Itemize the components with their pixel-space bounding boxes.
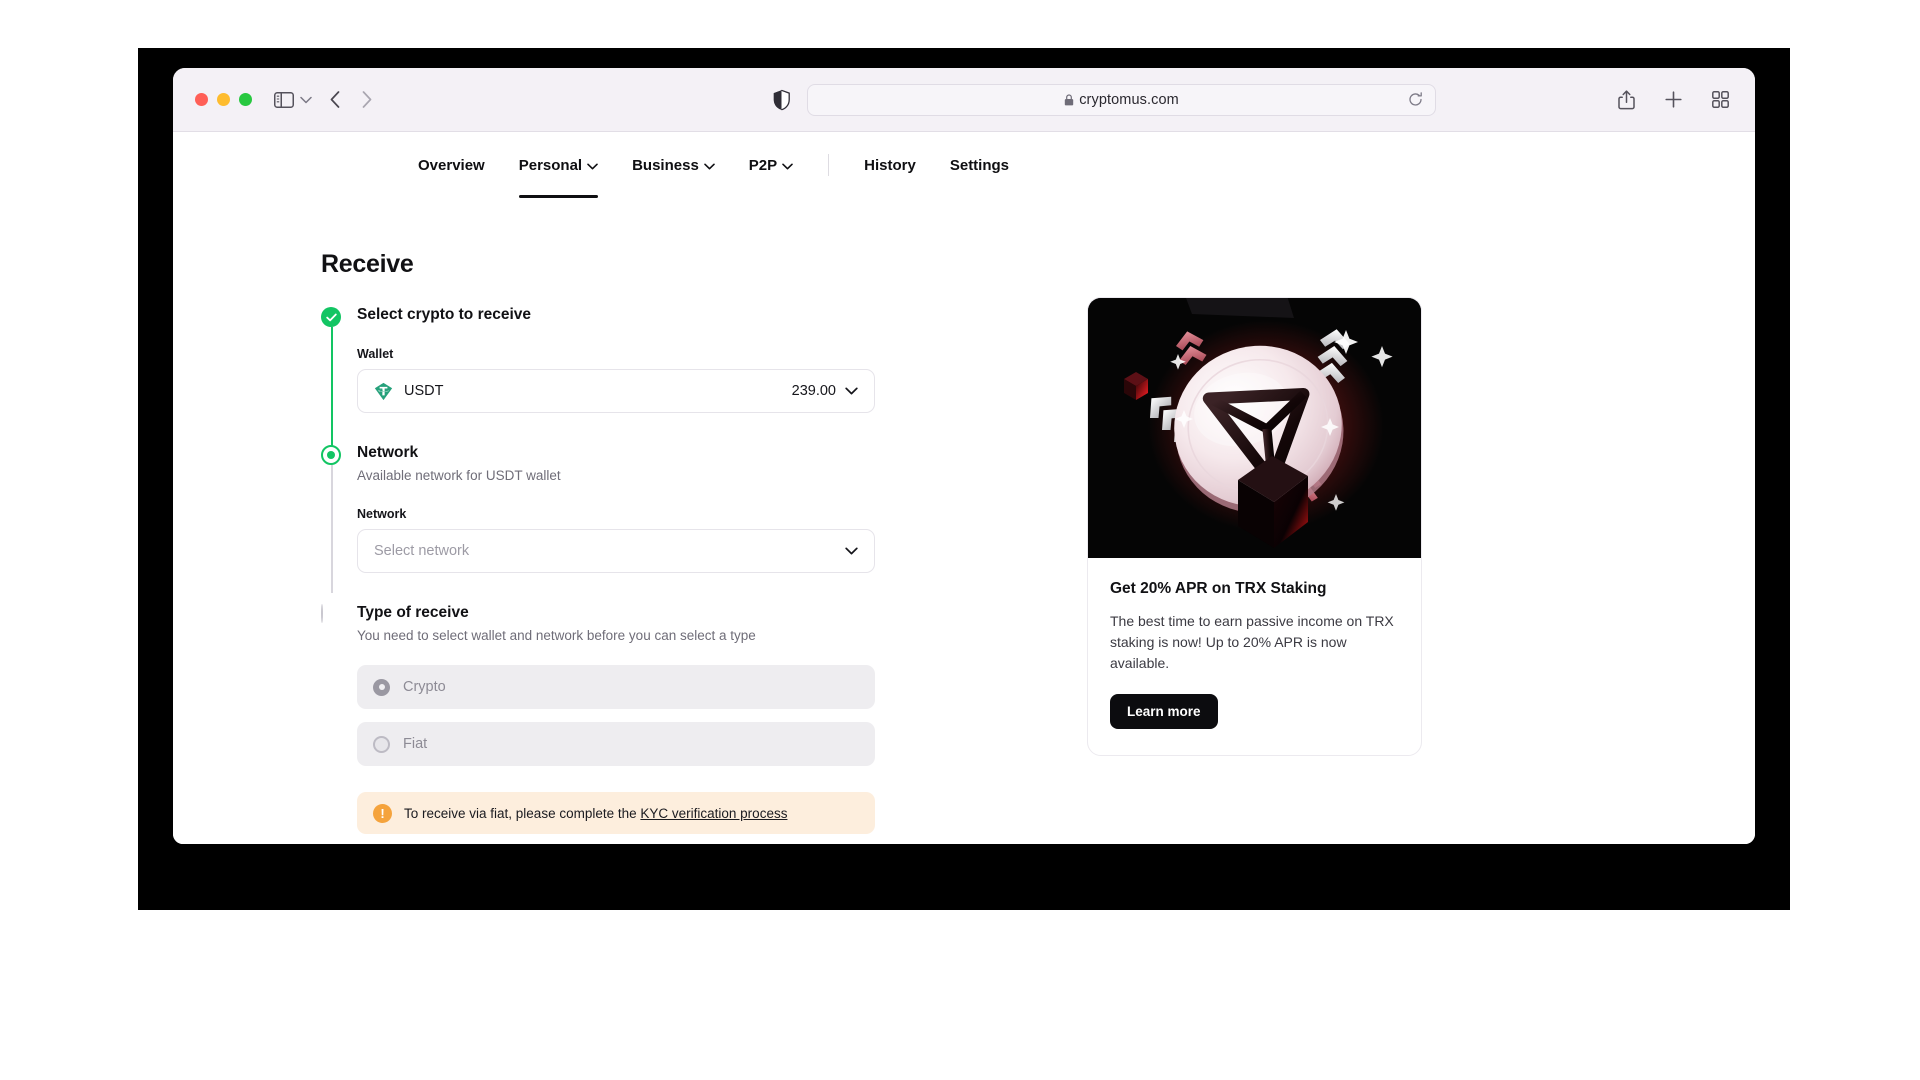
nav-label-business: Business (632, 156, 699, 174)
browser-toolbar: cryptomus.com (173, 68, 1755, 132)
step-marker-done (321, 307, 341, 327)
nav-divider (828, 154, 830, 176)
radio-unselected-icon (373, 735, 390, 753)
check-icon (321, 307, 341, 327)
learn-more-button[interactable]: Learn more (1110, 694, 1218, 729)
tab-overview-icon[interactable] (1712, 91, 1729, 108)
sidebar-options-chevron-icon[interactable] (300, 96, 312, 104)
chevron-down-icon (845, 387, 858, 395)
kyc-alert-text: To receive via fiat, please complete the… (404, 806, 787, 821)
minimize-window-button[interactable] (217, 93, 230, 106)
window-controls (195, 93, 252, 106)
kyc-verification-link[interactable]: KYC verification process (640, 806, 787, 821)
site-navigation: Overview Personal Business P2P History S… (173, 132, 1755, 198)
promo-column: Get 20% APR on TRX Staking The best time… (1087, 250, 1422, 834)
wallet-amount: 239.00 (791, 383, 836, 399)
radio-empty-icon (321, 604, 323, 623)
nav-item-personal[interactable]: Personal (502, 132, 615, 198)
nav-list: Overview Personal Business P2P History S… (401, 132, 1026, 198)
reload-icon[interactable] (1408, 92, 1423, 107)
promo-title: Get 20% APR on TRX Staking (1110, 580, 1327, 597)
chevron-down-icon (845, 547, 858, 555)
nav-label-personal: Personal (518, 156, 583, 174)
share-icon[interactable] (1618, 89, 1635, 110)
step-select-crypto: Select crypto to receive Wallet USDT 239… (321, 305, 1009, 447)
lock-icon (1064, 93, 1074, 106)
kyc-alert: ! To receive via fiat, please complete t… (357, 792, 875, 834)
maximize-window-button[interactable] (239, 93, 252, 106)
stepper-rail-grey (330, 465, 333, 593)
nav-label-settings: Settings (949, 156, 1010, 174)
type-option-fiat[interactable]: Fiat (357, 722, 875, 766)
warning-icon: ! (373, 803, 392, 823)
step-network: Network Available network for USDT walle… (321, 443, 1009, 603)
promo-body: Get 20% APR on TRX Staking The best time… (1088, 558, 1421, 755)
step-subtitle-network: Available network for USDT wallet (357, 468, 561, 483)
page-title: Receive (321, 250, 414, 278)
radio-selected-icon (373, 678, 390, 696)
wallet-field: Wallet USDT 239.00 (357, 347, 1009, 413)
radio-current-icon (321, 445, 341, 465)
chevron-down-icon (703, 163, 715, 170)
usdt-icon (374, 382, 393, 401)
url-text: cryptomus.com (1079, 91, 1179, 108)
step-title-type-of-receive: Type of receive (357, 604, 469, 621)
wallet-field-label: Wallet (357, 347, 394, 361)
privacy-shield-icon[interactable] (773, 89, 790, 110)
wallet-select[interactable]: USDT 239.00 (357, 369, 875, 413)
nav-item-settings[interactable]: Settings (933, 132, 1026, 198)
stepper-rail-green (330, 327, 333, 447)
type-option-crypto-label: Crypto (403, 679, 446, 695)
navigation-arrows (330, 91, 372, 108)
step-type-of-receive: Type of receive You need to select walle… (321, 603, 1009, 834)
close-window-button[interactable] (195, 93, 208, 106)
type-option-crypto[interactable]: Crypto (357, 665, 875, 709)
step-title-network: Network (357, 444, 419, 461)
chevron-down-icon (782, 163, 793, 170)
nav-label-p2p: P2P (748, 156, 778, 174)
nav-item-p2p[interactable]: P2P (732, 132, 810, 198)
trx-coin-illustration (1088, 298, 1421, 558)
page-content: Receive Select crypto to receive Wallet … (173, 198, 1755, 844)
browser-window: cryptomus.com Overview Personal Business… (173, 68, 1755, 844)
forward-arrow-icon[interactable] (362, 91, 372, 108)
nav-item-overview[interactable]: Overview (401, 132, 502, 198)
type-option-fiat-label: Fiat (403, 736, 428, 752)
screen: cryptomus.com Overview Personal Business… (0, 0, 1920, 1080)
step-title-select-crypto: Select crypto to receive (357, 306, 532, 323)
network-field-label: Network (357, 507, 407, 521)
toolbar-actions (1618, 89, 1729, 110)
chevron-down-icon (587, 163, 598, 170)
back-arrow-icon[interactable] (330, 91, 340, 108)
promo-description: The best time to earn passive income on … (1110, 613, 1394, 671)
nav-item-history[interactable]: History (847, 132, 933, 198)
nav-label-history: History (864, 156, 916, 174)
step-marker-todo (321, 604, 341, 625)
receive-stepper: Select crypto to receive Wallet USDT 239… (321, 305, 1009, 834)
plus-icon[interactable] (1665, 91, 1682, 108)
wallet-name: USDT (404, 383, 444, 399)
nav-label-overview: Overview (418, 156, 485, 174)
nav-item-business[interactable]: Business (615, 132, 732, 198)
network-field: Network Select network (357, 507, 1009, 573)
network-placeholder: Select network (374, 543, 470, 559)
sidebar-toggle-icon[interactable] (274, 91, 294, 108)
promo-card: Get 20% APR on TRX Staking The best time… (1087, 297, 1422, 756)
step-subtitle-type-of-receive: You need to select wallet and network be… (357, 628, 756, 643)
network-select[interactable]: Select network (357, 529, 875, 573)
receive-form-column: Receive Select crypto to receive Wallet … (309, 250, 1009, 834)
address-bar[interactable]: cryptomus.com (807, 83, 1436, 116)
step-marker-current (321, 445, 341, 465)
kyc-alert-message: To receive via fiat, please complete the (404, 805, 641, 821)
